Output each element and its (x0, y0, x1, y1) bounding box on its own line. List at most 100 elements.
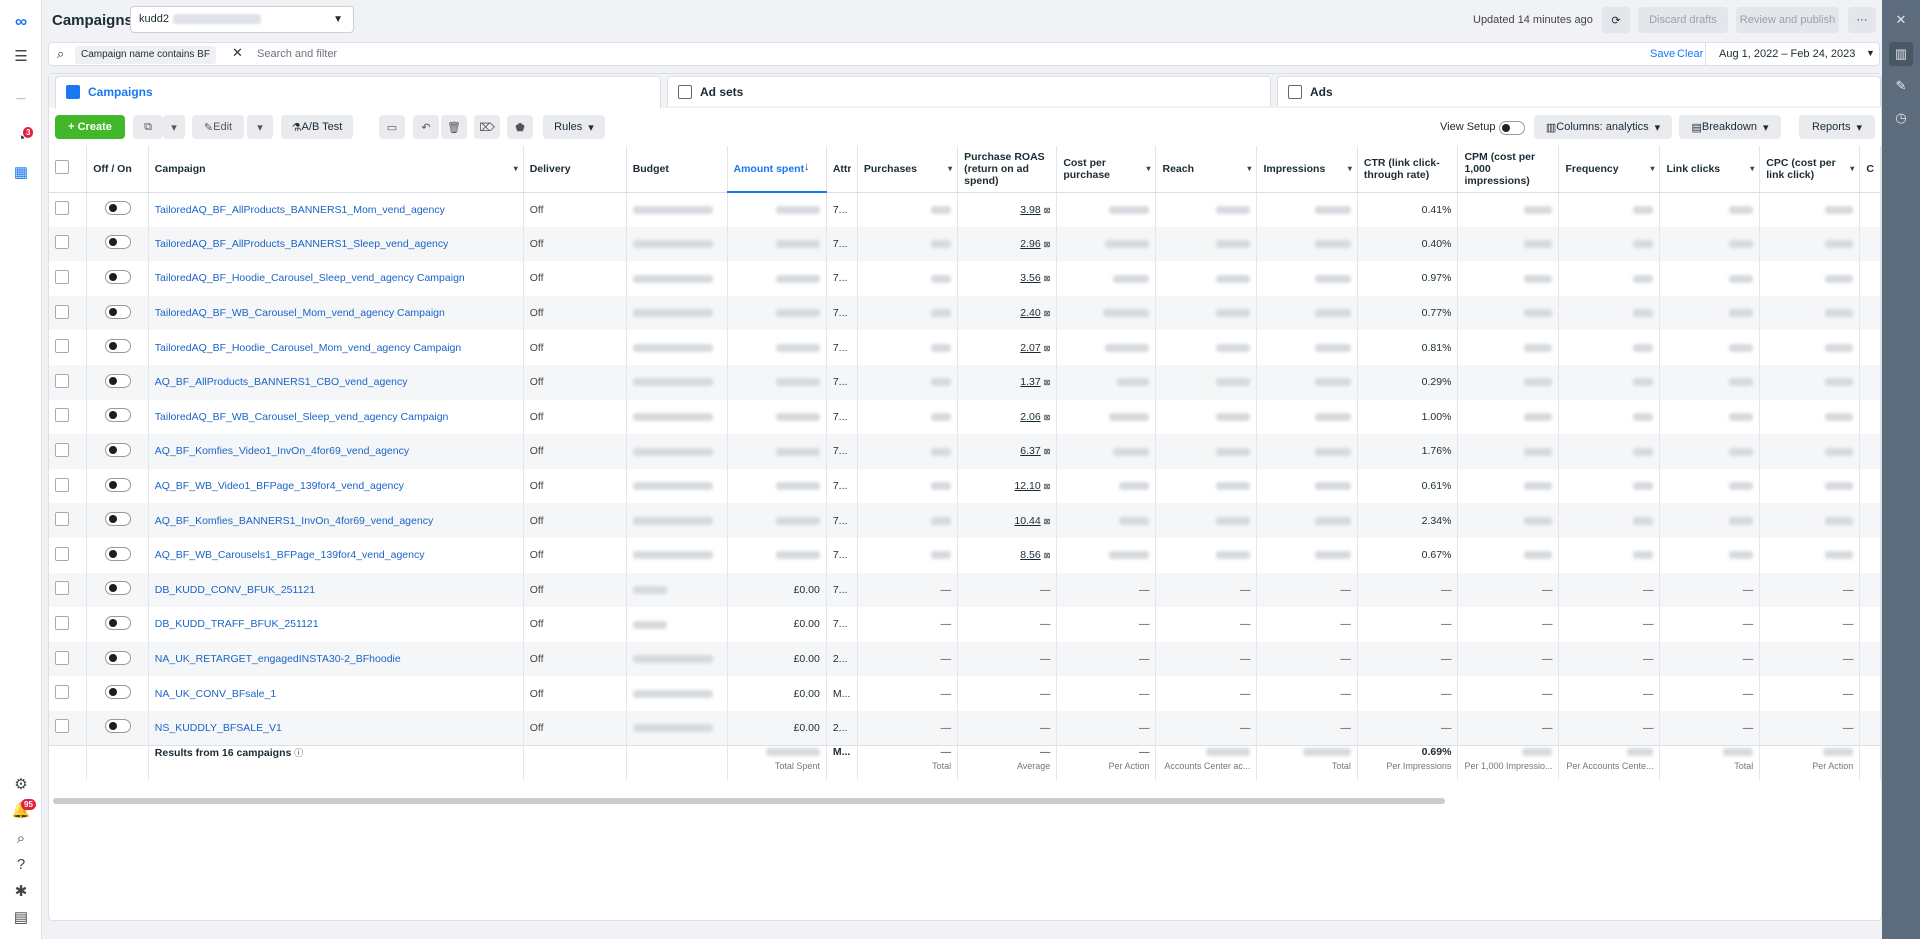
campaign-cell[interactable]: AQ_BF_AllProducts_BANNERS1_CBO_vend_agen… (148, 364, 524, 400)
toggle-cell[interactable] (86, 226, 149, 262)
help-icon[interactable]: ? (9, 852, 33, 876)
select-all-checkbox[interactable] (55, 160, 69, 175)
col-header[interactable]: C (1859, 146, 1881, 193)
tag-button[interactable]: ⬟ (507, 115, 533, 139)
info-icon[interactable]: ⊠ (1044, 206, 1051, 215)
filter-bar[interactable]: ⌕ Campaign name contains BF ✕ Search and… (48, 42, 1880, 66)
refresh-button[interactable]: ⟳ (1602, 7, 1630, 33)
duplicate-dropdown[interactable]: ▾ (163, 115, 185, 139)
row-select-cell[interactable] (49, 503, 88, 538)
row-checkbox[interactable] (55, 685, 69, 700)
col-header[interactable]: Reach ▾ (1155, 146, 1258, 193)
preview-button[interactable]: ⌦ (474, 115, 500, 139)
info-icon[interactable]: ⊠ (1044, 413, 1051, 422)
toggle-cell[interactable] (86, 607, 149, 642)
row-select-cell[interactable] (49, 468, 88, 504)
more-options-button[interactable]: ··· (1848, 7, 1876, 33)
campaign-name-link[interactable]: TailoredAQ_BF_Hoodie_Carousel_Sleep_vend… (155, 272, 465, 284)
campaign-toggle[interactable] (104, 615, 131, 630)
info-icon[interactable]: ⊠ (1044, 482, 1051, 491)
campaign-cell[interactable]: DB_KUDD_TRAFF_BFUK_251121 (148, 607, 524, 642)
table-row[interactable]: TailoredAQ_BF_Hoodie_Carousel_Sleep_vend… (49, 261, 1881, 296)
info-icon[interactable]: ⓘ (294, 748, 303, 758)
roas-value[interactable]: 2.06 (1020, 411, 1040, 423)
table-row[interactable]: NS_KUDDLY_BFSALE_V1 Off £0.00 2... — — — — — — — — —… (49, 710, 1881, 746)
campaign-name-link[interactable]: AQ_BF_WB_Carousels1_BFPage_139for4_vend_… (155, 549, 425, 561)
roas-value[interactable]: 1.37 (1020, 376, 1040, 388)
campaign-toggle[interactable] (104, 235, 131, 250)
col-header[interactable]: Campaign ▾ (148, 146, 524, 193)
col-header[interactable]: CPC (cost per link click) ▾ (1759, 146, 1861, 193)
campaign-toggle[interactable] (104, 269, 131, 284)
info-icon[interactable]: ⊠ (1044, 344, 1051, 353)
campaign-name-link[interactable]: DB_KUDD_TRAFF_BFUK_251121 (155, 618, 319, 630)
col-header[interactable]: Budget (626, 146, 728, 193)
row-select-cell[interactable] (49, 364, 88, 400)
info-icon[interactable]: ⊠ (1044, 274, 1051, 283)
info-icon[interactable]: ⊠ (1044, 378, 1051, 387)
campaign-name-link[interactable]: TailoredAQ_BF_AllProducts_BANNERS1_Sleep… (155, 238, 449, 250)
campaign-name-link[interactable]: NA_UK_RETARGET_engagedINSTA30-2_BFhoodie (155, 653, 401, 665)
table-row[interactable]: AQ_BF_WB_Video1_BFPage_139for4_vend_agen… (49, 468, 1881, 504)
columns-button[interactable]: ▥ Columns: analytics ▾ (1534, 115, 1672, 139)
row-select-cell[interactable] (49, 261, 88, 296)
campaign-toggle[interactable] (104, 581, 131, 596)
create-button[interactable]: + Create (55, 115, 125, 139)
campaign-toggle[interactable] (104, 685, 131, 700)
campaign-name-link[interactable]: AQ_BF_WB_Video1_BFPage_139for4_vend_agen… (155, 480, 404, 492)
row-select-cell[interactable] (49, 434, 88, 469)
campaign-name-link[interactable]: NS_KUDDLY_BFSALE_V1 (155, 722, 282, 734)
row-select-cell[interactable] (49, 537, 88, 573)
info-icon[interactable]: ⊠ (1044, 551, 1051, 560)
roas-value[interactable]: 10.44 (1014, 515, 1040, 527)
row-select-cell[interactable] (49, 399, 88, 435)
toggle-cell[interactable] (86, 295, 149, 331)
toggle-cell[interactable] (86, 572, 149, 608)
info-icon[interactable]: ⊠ (1044, 309, 1051, 318)
col-header[interactable]: Delivery (523, 146, 627, 193)
campaign-toggle[interactable] (104, 512, 131, 527)
date-range-picker[interactable]: Aug 1, 2022 – Feb 24, 2023 (1719, 48, 1855, 60)
campaign-cell[interactable]: DB_KUDD_CONV_BFUK_251121 (148, 572, 524, 608)
campaign-name-link[interactable]: TailoredAQ_BF_WB_Carousel_Sleep_vend_age… (155, 411, 449, 423)
campaign-cell[interactable]: AQ_BF_WB_Carousels1_BFPage_139for4_vend_… (148, 537, 524, 573)
campaign-cell[interactable]: NA_UK_CONV_BFsale_1 (148, 676, 524, 711)
review-publish-button[interactable]: Review and publish (1736, 7, 1839, 33)
roas-value[interactable]: 8.56 (1020, 549, 1040, 561)
sidebar-toggle-icon[interactable]: ▤ (9, 905, 33, 929)
row-checkbox[interactable] (55, 201, 69, 216)
row-checkbox[interactable] (55, 615, 69, 630)
toggle-cell[interactable] (86, 468, 149, 504)
row-select-cell[interactable] (49, 607, 88, 642)
toggle-cell[interactable] (86, 503, 149, 538)
row-checkbox[interactable] (55, 269, 69, 284)
campaign-cell[interactable]: TailoredAQ_BF_Hoodie_Carousel_Sleep_vend… (148, 261, 524, 296)
menu-icon[interactable]: ☰ (9, 44, 33, 68)
roas-value[interactable]: 2.40 (1020, 307, 1040, 319)
col-header[interactable]: Purchase ROAS (return on ad spend) (957, 146, 1058, 193)
toggle-cell[interactable] (86, 330, 149, 365)
campaign-toggle[interactable] (104, 304, 131, 319)
row-checkbox[interactable] (55, 546, 69, 561)
filter-chip[interactable]: Campaign name contains BF (75, 46, 216, 64)
table-row[interactable]: AQ_BF_Komfies_Video1_InvOn_4for69_vend_a… (49, 434, 1881, 469)
delete-button[interactable]: 🗑 (441, 115, 467, 139)
row-checkbox[interactable] (55, 304, 69, 319)
campaign-toggle[interactable] (104, 339, 131, 354)
table-row[interactable]: AQ_BF_AllProducts_BANNERS1_CBO_vend_agen… (49, 364, 1881, 400)
roas-value[interactable]: 2.07 (1020, 342, 1040, 354)
col-header[interactable]: Frequency ▾ (1558, 146, 1661, 193)
row-checkbox[interactable] (55, 339, 69, 354)
campaign-toggle[interactable] (104, 477, 131, 492)
row-select-cell[interactable] (49, 226, 88, 262)
toggle-cell[interactable] (86, 192, 149, 227)
campaign-name-link[interactable]: DB_KUDD_CONV_BFUK_251121 (155, 584, 315, 596)
table-row[interactable]: TailoredAQ_BF_WB_Carousel_Mom_vend_agenc… (49, 295, 1881, 331)
campaign-toggle[interactable] (104, 408, 131, 423)
col-header[interactable]: Link clicks ▾ (1659, 146, 1761, 193)
row-select-cell[interactable] (49, 295, 88, 331)
campaign-cell[interactable]: TailoredAQ_BF_AllProducts_BANNERS1_Sleep… (148, 226, 524, 262)
view-setup-toggle[interactable] (1499, 121, 1525, 135)
history-icon[interactable]: ◷ (1889, 106, 1913, 130)
account-selector[interactable]: kudd2 ▼ (130, 6, 354, 33)
